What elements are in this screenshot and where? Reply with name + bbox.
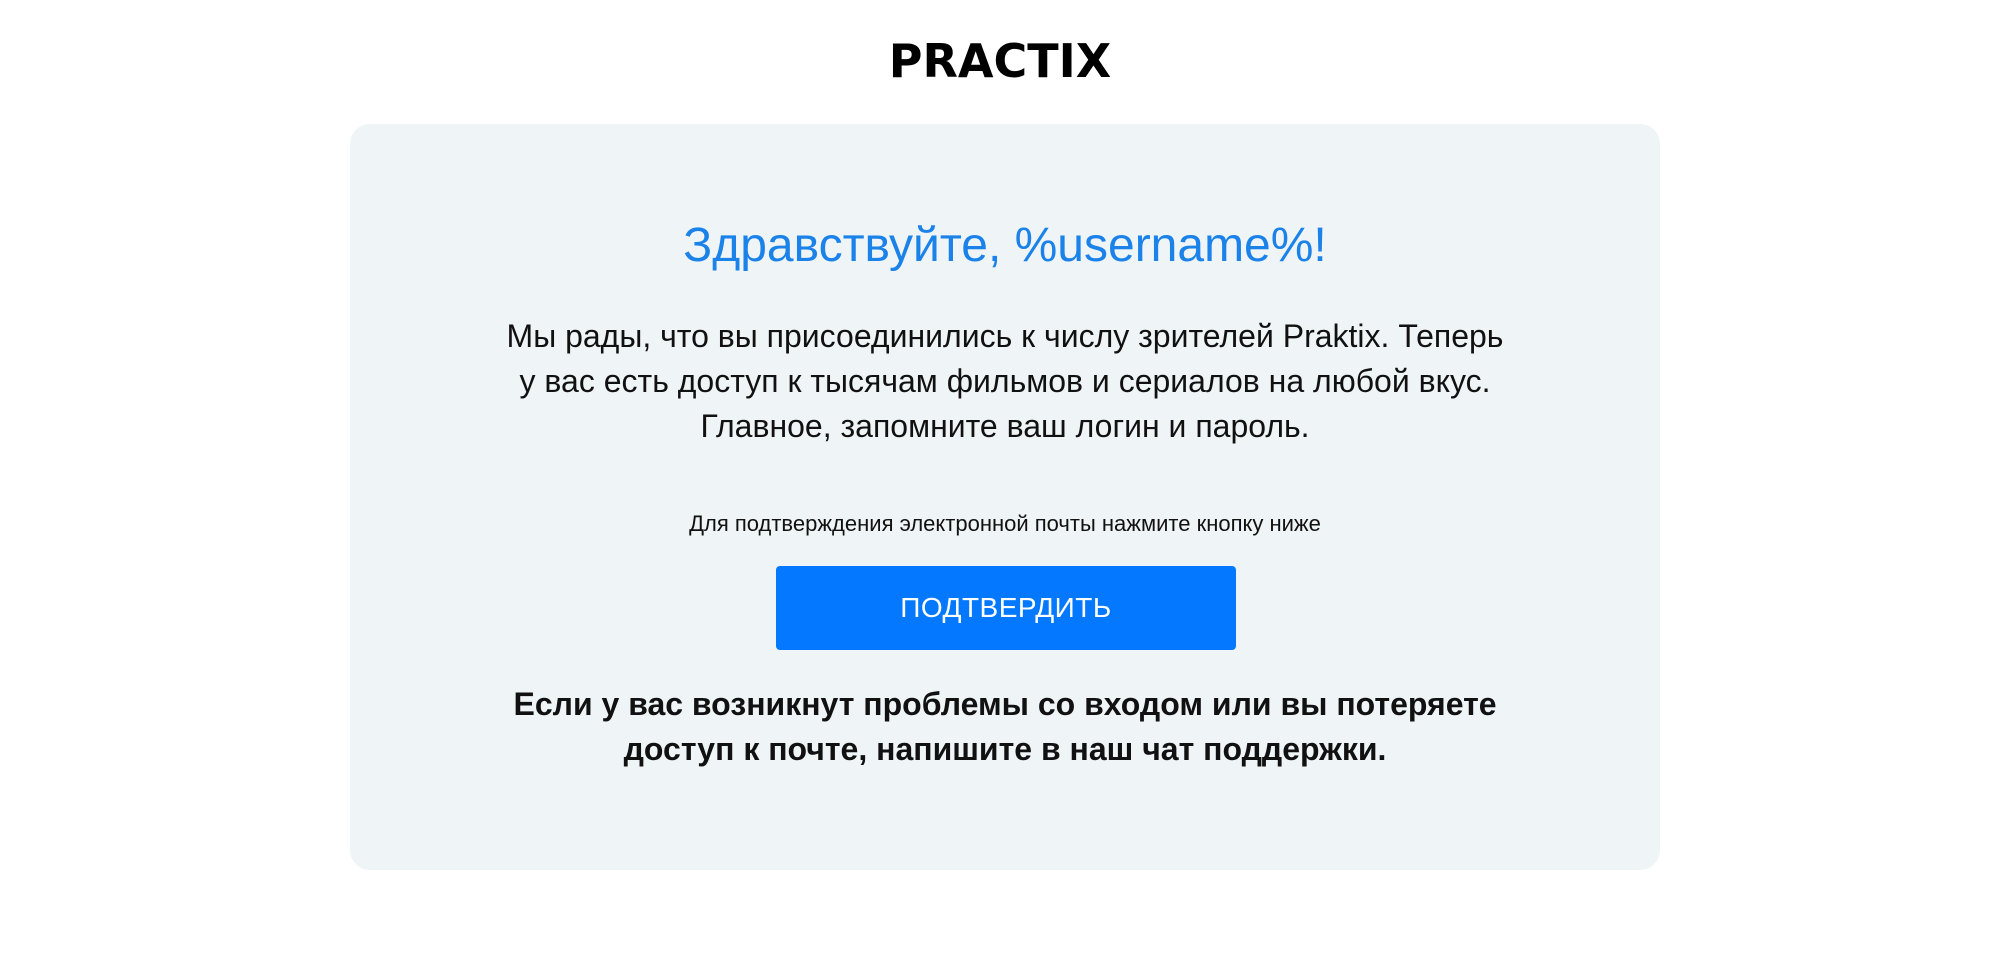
greeting-heading: Здравствуйте, %username%!: [683, 219, 1327, 272]
support-note-text: Если у вас возникнут проблемы со входом …: [513, 686, 1497, 767]
practix-logo: PRACTIX: [888, 34, 1112, 88]
confirm-email-hint: Для подтверждения электронной почты нажм…: [689, 511, 1321, 536]
welcome-card: Здравствуйте, %username%! Мы рады, что в…: [350, 124, 1660, 870]
welcome-intro-text: Мы рады, что вы присоединились к числу з…: [506, 318, 1504, 444]
confirm-email-button[interactable]: ПОДТВЕРДИТЬ: [776, 566, 1236, 650]
